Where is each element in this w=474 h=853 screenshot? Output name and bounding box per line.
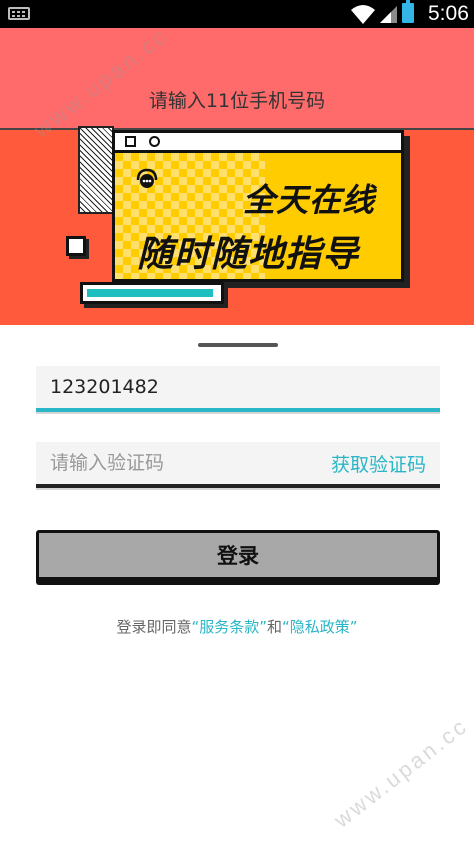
verification-code-input[interactable] bbox=[50, 446, 320, 480]
keyboard-icon bbox=[8, 7, 30, 20]
agreement-text: 登录即同意“服务条款”和“隐私政策” bbox=[0, 616, 474, 637]
card-title-bar bbox=[115, 133, 401, 153]
code-underline-shadow bbox=[36, 488, 440, 490]
login-button[interactable]: 登录 bbox=[36, 530, 440, 580]
watermark: www.upan.cc bbox=[329, 712, 473, 833]
phone-field bbox=[36, 366, 440, 408]
agreement-and: 和 bbox=[267, 618, 283, 636]
decor-progress-bar bbox=[80, 282, 224, 304]
circle-icon bbox=[149, 136, 160, 147]
sheet-drag-handle[interactable] bbox=[198, 343, 278, 347]
agreement-prefix: 登录即同意 bbox=[116, 618, 192, 636]
battery-icon bbox=[402, 0, 414, 23]
slogan-card: 全天在线 随时随地指导 bbox=[112, 130, 404, 282]
code-field: 获取验证码 bbox=[36, 442, 440, 484]
slogan-line-1: 全天在线 bbox=[243, 181, 376, 219]
phone-input[interactable] bbox=[50, 370, 320, 404]
terms-link[interactable]: “服务条款” bbox=[191, 618, 267, 636]
get-code-button[interactable]: 获取验证码 bbox=[331, 450, 426, 477]
slogan-line-2: 随时随地指导 bbox=[137, 234, 360, 275]
promo-banner: 请输入11位手机号码 全天在线 随时随地指导 bbox=[0, 28, 474, 325]
signal-icon bbox=[380, 6, 397, 23]
privacy-link[interactable]: “隐私政策” bbox=[282, 618, 358, 636]
headset-icon bbox=[136, 168, 158, 188]
decor-progress-fill bbox=[87, 289, 213, 297]
hatched-panel bbox=[78, 126, 114, 214]
status-bar: 5:06 bbox=[0, 0, 474, 28]
phone-underline-shadow bbox=[36, 412, 440, 414]
wifi-icon bbox=[351, 5, 375, 24]
status-time: 5:06 bbox=[428, 2, 469, 25]
square-icon bbox=[125, 136, 136, 147]
decor-square bbox=[66, 236, 86, 256]
